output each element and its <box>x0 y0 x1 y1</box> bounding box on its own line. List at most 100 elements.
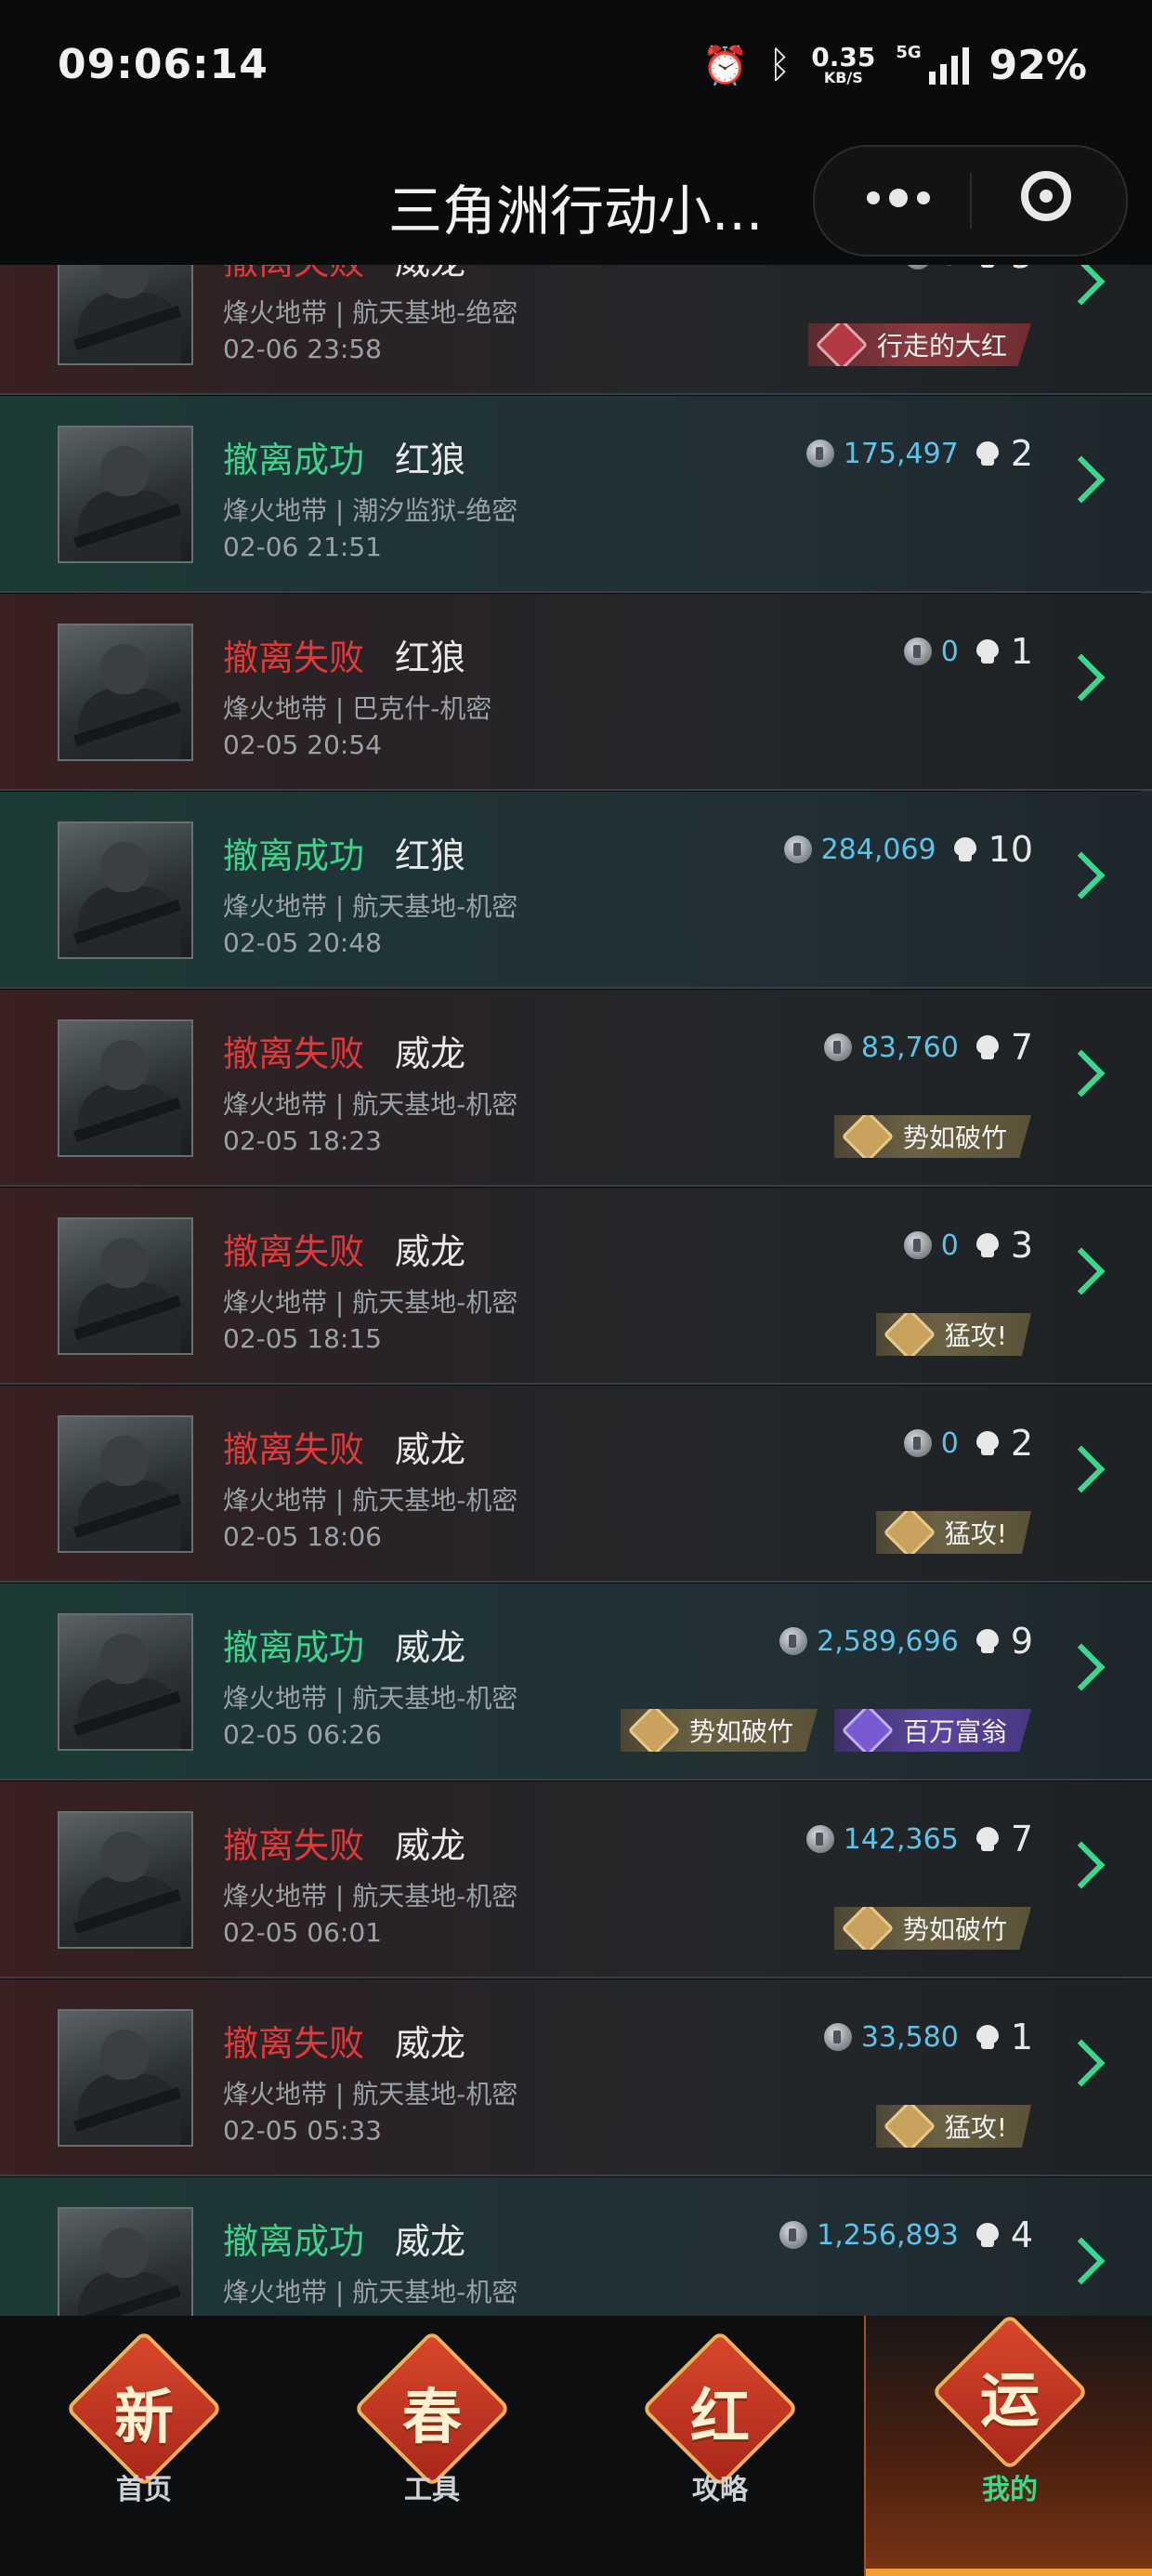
extraction-status: 撤离失败 <box>223 637 365 678</box>
coin-icon <box>823 2023 852 2051</box>
miniprogram-capsule <box>813 145 1128 256</box>
match-time: 02-06 23:58 <box>223 334 382 364</box>
match-record-row[interactable]: 撤离成功 威龙 烽火地带 | 航天基地-机密 02-05 06:26 2,589,696… <box>0 1584 1152 1781</box>
tab-item[interactable]: 运我的 <box>864 2313 1152 2576</box>
match-record-row[interactable]: 撤离失败 威龙 烽火地带 | 航天基地-机密 02-05 05:33 33,580 1 猛攻… <box>0 1979 1152 2176</box>
tab-label: 工具 <box>404 2474 460 2506</box>
match-record-row[interactable]: 撤离失败 威龙 烽火地带 | 航天基地-机密 02-05 18:06 0 2 猛攻! <box>0 1386 1152 1583</box>
achievement-badge: 行走的大红 <box>807 323 1031 366</box>
tab-item[interactable]: 春工具 <box>288 2316 576 2576</box>
coin-icon <box>805 440 834 467</box>
extraction-status: 撤离成功 <box>223 2221 365 2262</box>
chevron-right-icon[interactable] <box>1057 455 1106 504</box>
skull-icon <box>974 637 1001 665</box>
tab-item[interactable]: 红攻略 <box>576 2316 864 2576</box>
money-value: 175,497 <box>843 437 959 470</box>
badge-group: 势如破竹 <box>833 1907 1031 1950</box>
operator-avatar <box>58 1415 193 1553</box>
extraction-status: 撤离失败 <box>223 1231 365 1272</box>
money-value: 0 <box>940 635 959 668</box>
operator-avatar <box>58 1019 193 1157</box>
badge-emblem-icon <box>883 2105 936 2148</box>
status-icons: ⏰ ᛒ 0.35 KB/S 5G 92% <box>701 37 1087 93</box>
match-time: 02-05 18:06 <box>223 1521 382 1552</box>
operator-avatar <box>58 2207 193 2316</box>
money-value: 83,760 <box>860 1031 959 1064</box>
badge-label: 百万富翁 <box>902 1716 1007 1747</box>
extraction-status: 撤离成功 <box>223 1627 365 1668</box>
title-bar: 三角洲行动小... <box>0 139 1152 265</box>
operator-name: 威龙 <box>395 1429 466 1470</box>
skull-icon <box>974 440 1001 467</box>
match-time: 02-05 18:15 <box>223 1323 382 1354</box>
operator-avatar <box>58 1613 193 1751</box>
chevron-right-icon[interactable] <box>1057 265 1106 306</box>
operator-name: 威龙 <box>395 1033 466 1074</box>
match-record-list[interactable]: 撤离失败威龙烽火地带 | 航天基地-绝密02-06 23:5805行走的大红撤离… <box>0 265 1152 2316</box>
chevron-right-icon[interactable] <box>1057 1445 1106 1493</box>
badge-emblem-icon <box>883 1511 936 1554</box>
operator-name: 威龙 <box>395 2221 466 2262</box>
operator-name: 红狼 <box>395 835 466 876</box>
operator-name: 红狼 <box>395 637 466 678</box>
coin-icon <box>805 1825 834 1853</box>
achievement-badge: 猛攻! <box>875 2105 1031 2148</box>
match-record-row[interactable]: 撤离失败 红狼 烽火地带 | 巴克什-机密 02-05 20:54 0 1 <box>0 594 1152 791</box>
achievement-badge: 势如破竹 <box>833 1907 1031 1950</box>
match-record-row[interactable]: 撤离失败 威龙 烽火地带 | 航天基地-机密 02-05 06:01 142,365 7 势… <box>0 1781 1152 1978</box>
extraction-status: 撤离失败 <box>223 2023 365 2064</box>
skull-icon <box>974 2221 1001 2249</box>
badge-group: 猛攻! <box>875 1511 1031 1554</box>
match-stats: 83,760 7 <box>823 1027 1033 1068</box>
kill-count: 3 <box>1010 1225 1033 1266</box>
tab-item[interactable]: 新首页 <box>0 2316 288 2576</box>
match-time: 02-05 18:23 <box>223 1125 382 1156</box>
skull-icon <box>951 835 979 863</box>
chevron-right-icon[interactable] <box>1057 2237 1106 2285</box>
badge-group: 猛攻! <box>875 1313 1031 1356</box>
badge-label: 猛攻! <box>944 1518 1007 1549</box>
match-time: 02-05 06:01 <box>223 1917 382 1948</box>
match-stats: 1,256,893 4 <box>779 2215 1033 2255</box>
map-mode: 烽火地带 | 巴克什-机密 <box>223 693 492 724</box>
operator-avatar <box>58 265 193 365</box>
match-time: 02-05 20:54 <box>223 729 382 760</box>
chevron-right-icon[interactable] <box>1057 1247 1106 1295</box>
match-record-row[interactable]: 撤离失败 威龙 烽火地带 | 航天基地-机密 02-05 18:23 83,760 7 势如… <box>0 990 1152 1187</box>
badge-label: 行走的大红 <box>876 331 1007 361</box>
badge-emblem-icon <box>815 323 869 366</box>
chevron-right-icon[interactable] <box>1057 653 1106 702</box>
match-record-row[interactable]: 撤离成功 红狼 烽火地带 | 航天基地-机密 02-05 20:48 284,069 10 <box>0 792 1152 989</box>
operator-avatar <box>58 1811 193 1949</box>
chevron-right-icon[interactable] <box>1057 1841 1106 1889</box>
close-target-icon[interactable] <box>1021 171 1071 221</box>
map-mode: 烽火地带 | 航天基地-机密 <box>223 891 518 922</box>
kill-count: 2 <box>1010 1423 1033 1464</box>
operator-name: 威龙 <box>395 1231 466 1272</box>
chevron-right-icon[interactable] <box>1057 1049 1106 1097</box>
coin-icon <box>903 1231 932 1259</box>
money-value: 0 <box>940 1229 959 1262</box>
skull-icon <box>974 2023 1001 2051</box>
match-record-row[interactable]: 撤离成功 威龙 烽火地带 | 航天基地-机密 1,256,893 4 <box>0 2177 1152 2316</box>
match-time: 02-05 05:33 <box>223 2115 382 2146</box>
badge-emblem-icon <box>883 1313 936 1356</box>
match-record-row[interactable]: 撤离失败威龙烽火地带 | 航天基地-绝密02-06 23:5805行走的大红 <box>0 265 1152 395</box>
chevron-right-icon[interactable] <box>1057 851 1106 900</box>
bottom-nav: 新首页春工具红攻略运我的 <box>0 2313 1152 2576</box>
tab-label: 首页 <box>116 2474 172 2506</box>
chevron-right-icon[interactable] <box>1057 2039 1106 2087</box>
coin-icon <box>903 637 932 665</box>
skull-icon <box>974 1825 1001 1853</box>
match-record-row[interactable]: 撤离成功 红狼 烽火地带 | 潮汐监狱-绝密 02-06 21:51 175,497 2 <box>0 396 1152 593</box>
achievement-badge: 猛攻! <box>875 1511 1031 1554</box>
extraction-status: 撤离成功 <box>223 835 365 876</box>
net-speed-value: 0.35 <box>811 42 876 72</box>
operator-avatar <box>58 624 193 761</box>
badge-label: 猛攻! <box>944 2112 1007 2143</box>
more-icon[interactable] <box>861 175 936 221</box>
chevron-right-icon[interactable] <box>1057 1643 1106 1691</box>
tab-emblem-char: 运 <box>980 2367 1040 2436</box>
achievement-badge: 势如破竹 <box>833 1115 1031 1158</box>
match-record-row[interactable]: 撤离失败 威龙 烽火地带 | 航天基地-机密 02-05 18:15 0 3 猛攻! <box>0 1188 1152 1385</box>
